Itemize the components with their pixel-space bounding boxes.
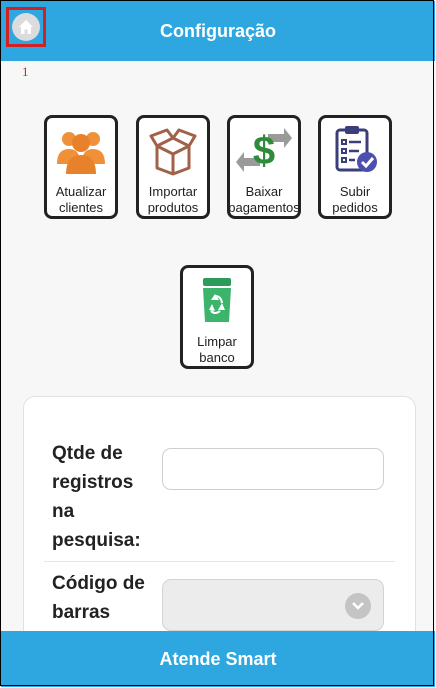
users-icon: [53, 122, 109, 178]
tile-baixar-pagamentos[interactable]: $ Baixar pagamentos: [227, 115, 301, 219]
codigo-label: Código de barras: [52, 573, 145, 623]
tile-subir-pedidos[interactable]: Subir pedidos: [318, 115, 392, 219]
codigo-barras-select[interactable]: [162, 579, 384, 631]
annotation-marker: 1: [22, 64, 29, 79]
bottom-bar: Atende Smart: [1, 631, 435, 687]
tile-label: Importar produtos: [147, 184, 199, 215]
svg-text:$: $: [253, 129, 275, 173]
settings-panel: Qtde de registros na pesquisa: Código de…: [23, 396, 416, 648]
home-icon: [12, 13, 40, 41]
tile-limpar-banco[interactable]: Limpar banco: [180, 265, 254, 369]
tile-label: Limpar banco: [197, 334, 237, 365]
tile-importar-produtos[interactable]: Importar produtos: [136, 115, 210, 219]
qtde-registros-input[interactable]: [162, 448, 384, 490]
top-bar: Configuração: [1, 1, 435, 61]
clipboard-check-icon: [327, 122, 383, 178]
money-transfer-icon: $: [236, 122, 292, 178]
chevron-down-icon: [345, 593, 371, 619]
recycle-bin-icon: [189, 272, 245, 328]
page-title: Configuração: [159, 20, 276, 41]
tile-label: Atualizar clientes: [55, 184, 107, 215]
tile-label: Baixar pagamentos: [228, 184, 300, 215]
tile-atualizar-clientes[interactable]: Atualizar clientes: [44, 115, 118, 219]
home-button[interactable]: [6, 7, 46, 47]
tile-label: Subir pedidos: [332, 184, 378, 215]
app-brand: Atende Smart: [159, 648, 277, 669]
qtde-label: Qtde de registros na pesquisa:: [52, 443, 141, 551]
divider: [44, 561, 395, 562]
box-icon: [145, 122, 201, 178]
